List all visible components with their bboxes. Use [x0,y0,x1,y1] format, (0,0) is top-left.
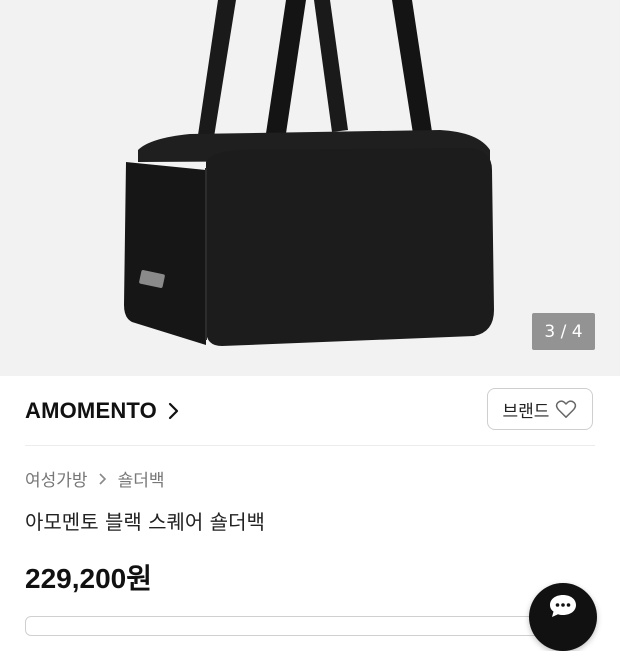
breadcrumb-item-shoulder-bags[interactable]: 숄더백 [118,466,165,491]
breadcrumb-item-women-bags[interactable]: 여성가방 [25,466,88,491]
brand-name: AMOMENTO [25,398,157,423]
bag-illustration [124,0,494,346]
brand-button-label: 브랜드 [502,401,550,422]
image-counter: 3 / 4 [532,313,595,350]
brand-like-button[interactable]: 브랜드 [487,388,593,430]
product-image-gallery[interactable]: 3 / 4 [0,0,620,376]
brand-link[interactable]: AMOMENTO [25,398,181,424]
product-price: 229,200원 [25,563,152,594]
chevron-right-icon [168,402,179,420]
divider [25,445,595,446]
breadcrumb: 여성가방 숄더백 [25,466,164,491]
chat-icon [550,595,576,617]
brand-row: AMOMENTO 브랜드 [0,376,620,444]
heart-icon [556,400,577,418]
chat-button[interactable] [529,583,597,651]
option-box[interactable] [25,616,585,636]
product-title: 아모멘토 블랙 스퀘어 숄더백 [25,510,265,534]
chevron-right-icon [98,472,106,485]
